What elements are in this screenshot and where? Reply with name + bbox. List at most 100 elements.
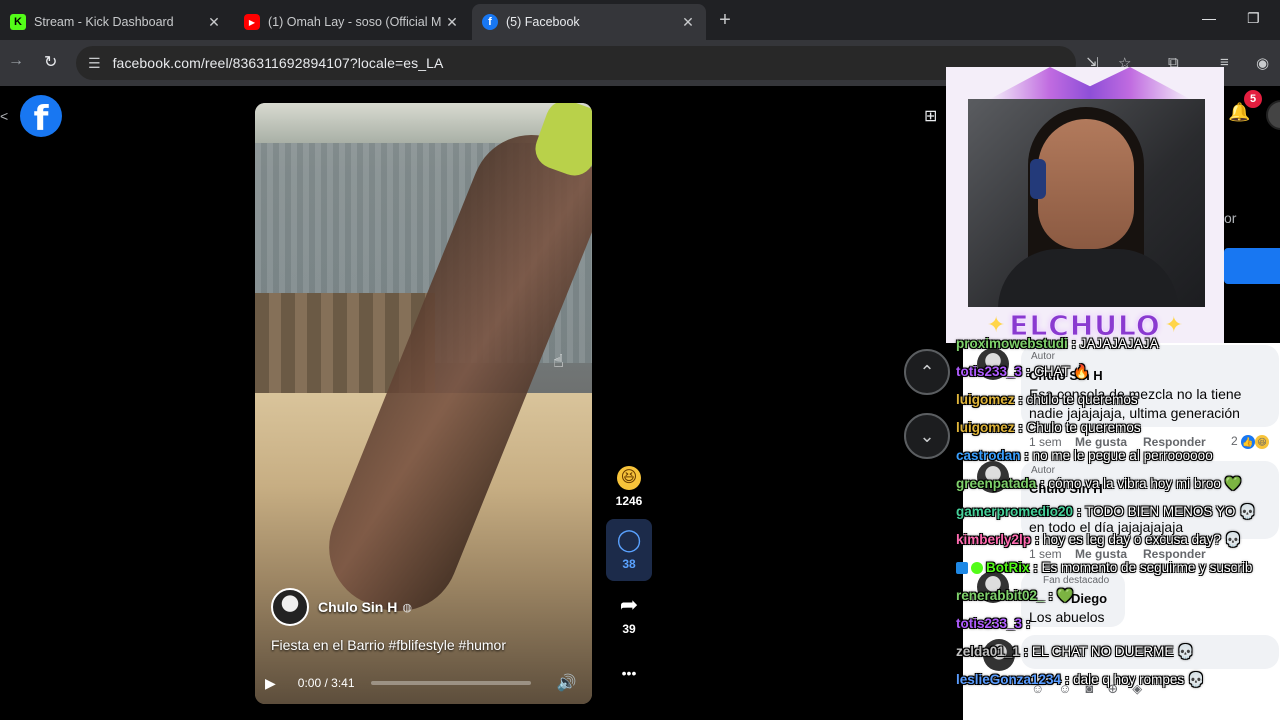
haha-reaction-icon: 😆 [617,466,641,490]
comment-count: 38 [622,557,636,571]
url-text[interactable]: facebook.com/reel/836311692894107?locale… [113,55,444,71]
fan-badge: Fan destacado [1043,575,1110,586]
tab-kick-dashboard[interactable]: K Stream - Kick Dashboard ✕ [0,4,232,40]
sparkle-icon: ✦ [1164,312,1184,337]
avatar[interactable] [271,588,309,626]
comment-age: 1 sem [1029,435,1062,449]
tab-facebook[interactable]: f (5) Facebook ✕ [472,4,706,40]
reaction-button[interactable]: 😆 1246 [606,462,652,508]
like-link[interactable]: Me gusta [1075,435,1127,449]
chat-message: zelda01_1 : EL CHAT NO DUERME 💀 [956,644,1194,659]
video-progress-bar[interactable] [370,681,531,685]
chat-message: renerabbit02_ : 💚 [956,588,1074,603]
chat-username: greenpatada [956,476,1037,491]
comment-text: Los abuelos [1029,609,1105,625]
chat-text: Es momento de seguirme y suscrib [1041,560,1253,575]
tab-youtube[interactable]: ▶ (1) Omah Lay - soso (Official M ✕ [234,4,470,40]
chat-message: BotRix : Es momento de seguirme y suscri… [956,560,1252,575]
chat-message: luigomez : chulo te queremos [956,392,1138,407]
previous-reel-button[interactable]: ⌃ [904,349,950,395]
chat-text: JAJAJAJAJA [1079,336,1159,351]
tab-title: (1) Omah Lay - soso (Official M [268,15,442,29]
video-controls: ▶ 0:00 / 3:41 🔊 [255,665,592,701]
hand-cursor-icon: ☝ [553,351,564,371]
chat-username: totis233_3 [956,616,1023,631]
chat-username: renerabbit02_ [956,588,1045,603]
close-tab-icon[interactable]: ✕ [444,14,460,31]
chat-text: chulo te queremos [1026,392,1138,407]
chat-username: gamerpromedio20 [956,504,1074,519]
verified-badge-icon [971,562,983,575]
reel-video[interactable]: ☝ Chulo Sin H ◍ Fiesta en el Barrio #fbl… [255,103,592,704]
close-tab-icon[interactable]: ✕ [680,14,696,31]
chat-username: kimberly2lp [956,532,1032,547]
youtube-icon: ▶ [244,14,260,30]
chat-username: proximowebstudi [956,336,1068,351]
close-tab-icon[interactable]: ✕ [206,14,222,31]
comment-reactions: 2 👍 😆 [1231,434,1270,449]
reply-link[interactable]: Responder [1143,547,1206,561]
volume-icon[interactable]: 🔊 [557,673,577,693]
headset-icon [1030,159,1046,199]
reel-owner[interactable]: Chulo Sin H ◍ [271,588,412,626]
video-time: 0:00 / 3:41 [297,676,355,690]
new-tab-button[interactable]: + [712,8,738,34]
play-button[interactable]: ▶ [265,675,276,692]
reload-button[interactable]: ↻ [44,52,57,72]
share-icon: ➦ [619,592,639,617]
author-badge: Autor [1031,351,1055,362]
chat-message: proximowebstudi : JAJAJAJAJA [956,336,1159,351]
address-bar[interactable]: ☰ facebook.com/reel/836311692894107?loca… [76,46,1076,80]
bot-badge-icon [956,562,968,575]
chat-text: no me le pegue al perroooooo [1032,448,1213,463]
chat-text: CHAT 🔥 [1034,364,1091,379]
blue-action-button[interactable] [1224,248,1280,284]
chat-username: zelda01_1 [956,644,1020,659]
side-text: or [1224,210,1237,226]
chat-text: hoy es leg day o excusa day? 💀 [1043,532,1242,547]
like-link[interactable]: Me gusta [1075,547,1127,561]
chat-text: cómo va la vibra hoy mi broo 💚 [1048,476,1242,491]
facebook-logo[interactable]: f [20,95,62,139]
reel-owner-name[interactable]: Chulo Sin H [318,599,397,615]
chat-username: leslieGonza1234 [956,672,1062,687]
chat-message: totis233_3 : CHAT 🔥 [956,364,1091,379]
reel-caption[interactable]: Fiesta en el Barrio #fblifestyle #humor [271,637,506,653]
more-icon: ••• [621,665,637,681]
share-count: 39 [622,622,636,636]
reply-link[interactable]: Responder [1143,435,1206,449]
chat-text: EL CHAT NO DUERME 💀 [1031,644,1194,659]
chat-message: kimberly2lp : hoy es leg day o excusa da… [956,532,1242,547]
minimize-button[interactable]: — [1202,10,1216,26]
globe-icon: ◍ [402,601,412,614]
profile-avatar-icon[interactable]: ◉ [1256,54,1269,72]
comment-age: 1 sem [1029,547,1062,561]
comment-author[interactable]: Diego [1071,591,1107,606]
chat-text: TODO BIEN MENOS YO 💀 [1085,504,1256,519]
chat-username: luigomez [956,420,1015,435]
chat-username: totis233_3 [956,364,1023,379]
more-options-button[interactable]: ••• [606,660,652,686]
tab-title: Stream - Kick Dashboard [34,15,174,29]
forward-button[interactable]: → [8,52,24,70]
chat-message: greenpatada : cómo va la vibra hoy mi br… [956,476,1242,491]
chat-message: luigomez : Chulo te queremos [956,420,1141,435]
share-button[interactable]: ➦ 39 [606,592,652,636]
chat-message: gamerpromedio20 : TODO BIEN MENOS YO 💀 [956,504,1256,519]
chat-username: castrodan [956,448,1021,463]
comment-button[interactable]: ◯ 38 [606,519,652,581]
notification-badge: 5 [1244,90,1262,108]
comment-icon: ◯ [616,527,642,552]
author-badge: Autor [1031,465,1055,476]
like-reaction-icon: 👍 [1241,434,1256,449]
left-edge-arrow-icon: < [0,108,9,124]
sparkle-icon: ✦ [986,312,1006,337]
chat-message: leslieGonza1234 : dale q hoy rompes 💀 [956,672,1205,687]
chat-username: luigomez [956,392,1015,407]
webcam-feed [968,99,1205,307]
next-reel-button[interactable]: ⌄ [904,413,950,459]
switch-view-icon[interactable]: ⊞ [924,106,937,126]
maximize-button[interactable]: ❐ [1247,10,1260,27]
browser-tab-bar: K Stream - Kick Dashboard ✕ ▶ (1) Omah L… [0,0,1280,40]
site-info-icon[interactable]: ☰ [88,55,101,72]
